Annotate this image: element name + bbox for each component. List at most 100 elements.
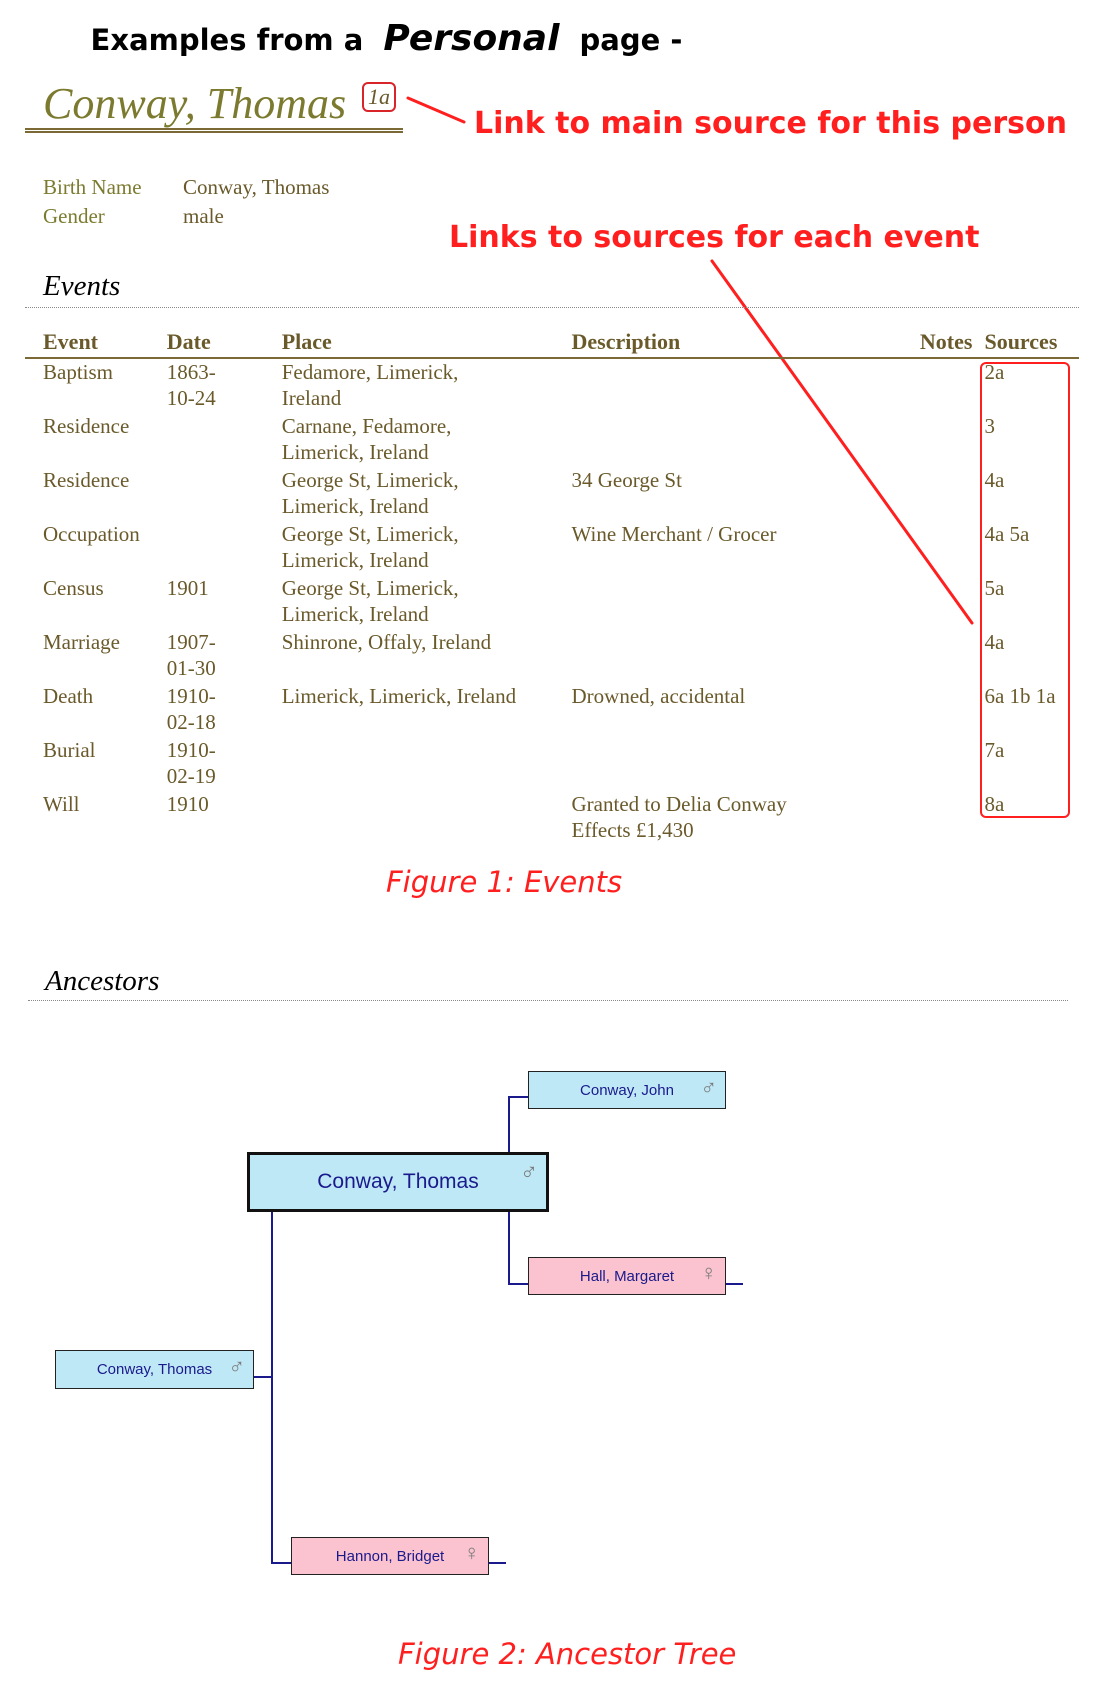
tree-connector: [725, 1283, 743, 1285]
annotation-arrow-main: [406, 96, 466, 124]
events-header-row: Event Date Place Description Notes Sourc…: [25, 325, 1079, 359]
column-header-date: Date: [166, 325, 279, 359]
tree-connector: [508, 1283, 528, 1285]
column-header-place: Place: [278, 325, 572, 359]
event-notes: [896, 467, 984, 521]
event-place: Fedamore, Limerick, Ireland: [281, 360, 459, 410]
events-section-title: Events: [43, 270, 121, 302]
main-source-link[interactable]: 1a: [362, 82, 396, 112]
page-heading: Examples from a Personal page -: [0, 18, 1093, 59]
event-notes: [896, 358, 984, 413]
tree-person-name: Conway, John: [580, 1081, 674, 1099]
event-date: [167, 467, 279, 521]
tree-person-name: Hall, Margaret: [579, 1267, 675, 1285]
event-description: [572, 575, 897, 629]
heading-prefix: Examples from a: [90, 23, 364, 57]
attribute-label: Gender: [43, 204, 105, 228]
event-name: Residence: [43, 414, 130, 438]
event-row: Will 1910 Granted to Delia Conway Effects …: [25, 791, 1079, 845]
event-notes: [896, 737, 984, 791]
event-place: Shinrone, Offaly, Ireland: [281, 630, 492, 654]
event-place: George St, Limerick, Limerick, Ireland: [281, 576, 459, 626]
event-name: Burial: [43, 738, 96, 762]
event-row: Census 1901 George St, Limerick, Limerick,…: [25, 575, 1079, 629]
tree-person-father[interactable]: Conway, John ♂: [528, 1071, 726, 1109]
figure2-caption: Figure 2: Ancestor Tree: [398, 1637, 737, 1671]
tree-person-mother[interactable]: Hall, Margaret ♀: [528, 1257, 726, 1295]
event-row: Burial 1910- 02-19 7a: [25, 737, 1079, 791]
event-description: Granted to Delia Conway Effects £1,430: [571, 792, 787, 842]
event-name: Occupation: [43, 522, 140, 546]
attributes-list: Birth Name Conway, Thomas Gender male: [43, 175, 329, 233]
male-symbol-icon: ♂: [228, 1354, 246, 1379]
tree-connector: [508, 1096, 528, 1098]
event-name: Baptism: [43, 360, 114, 384]
column-header-notes: Notes: [896, 325, 985, 359]
event-date: 1910- 02-18: [166, 684, 216, 734]
tree-connector: [508, 1210, 510, 1284]
event-notes: [896, 521, 984, 575]
event-notes: [896, 683, 984, 737]
event-description: [572, 629, 897, 683]
event-date: 1901: [166, 576, 209, 600]
name-underline: [25, 128, 403, 133]
event-notes: [896, 413, 984, 467]
female-symbol-icon: ♀: [463, 1540, 481, 1565]
tree-person-child-female[interactable]: Hannon, Bridget ♀: [291, 1537, 489, 1575]
tree-person-name: Hannon, Bridget: [335, 1547, 445, 1565]
event-row: Residence Carnane, Fedamore, Limerick, Ir…: [25, 413, 1079, 467]
ancestors-divider: [28, 1000, 1068, 1001]
event-place: George St, Limerick, Limerick, Ireland: [281, 468, 459, 518]
column-header-description: Description: [571, 325, 897, 359]
event-date: 1907- 01-30: [166, 630, 216, 680]
tree-connector: [271, 1210, 273, 1562]
heading-emphasis: Personal: [383, 18, 560, 59]
column-header-sources: Sources: [984, 325, 1079, 359]
event-description: [572, 358, 897, 413]
event-name: Death: [43, 684, 94, 708]
events-table: Event Date Place Description Notes Sourc…: [25, 325, 1079, 845]
person-name-title: Conway, Thomas: [43, 79, 347, 128]
male-symbol-icon: ♂: [700, 1075, 718, 1100]
male-symbol-icon: ♂: [520, 1159, 538, 1186]
event-description: 34 George St: [571, 468, 682, 492]
tree-person-child-male[interactable]: Conway, Thomas ♂: [55, 1350, 254, 1389]
attribute-value: male: [183, 204, 224, 228]
attribute-label: Birth Name: [43, 175, 142, 199]
tree-person-name: Conway, Thomas: [317, 1170, 479, 1193]
event-date: 1910: [166, 792, 209, 816]
tree-connector: [508, 1096, 510, 1153]
event-name: Marriage: [43, 630, 120, 654]
event-description: Wine Merchant / Grocer: [571, 522, 777, 546]
tree-person-name: Conway, Thomas: [96, 1361, 213, 1378]
event-row: Baptism 1863- 10-24 Fedamore, Limerick, Ir…: [25, 358, 1079, 413]
event-description: [572, 737, 897, 791]
tree-person-center[interactable]: Conway, Thomas ♂: [247, 1152, 549, 1212]
event-row: Death 1910- 02-18 Limerick, Limerick, Irel…: [25, 683, 1079, 737]
event-notes: [896, 575, 984, 629]
sources-highlight-box: [980, 362, 1070, 818]
event-place: George St, Limerick, Limerick, Ireland: [281, 522, 459, 572]
event-date: [167, 413, 279, 467]
female-symbol-icon: ♀: [700, 1260, 718, 1285]
event-name: Will: [43, 792, 80, 816]
event-place: Limerick, Limerick, Ireland: [281, 684, 517, 708]
events-divider: [25, 307, 1079, 308]
heading-suffix: page -: [579, 23, 683, 57]
tree-connector: [252, 1376, 272, 1378]
event-row: Residence George St, Limerick, Limerick, …: [25, 467, 1079, 521]
ancestors-section-title: Ancestors: [45, 965, 160, 997]
attribute-row: Gender male: [43, 204, 329, 233]
attribute-row: Birth Name Conway, Thomas: [43, 175, 329, 204]
tree-connector: [488, 1562, 506, 1564]
event-row: Occupation George St, Limerick, Limerick,…: [25, 521, 1079, 575]
event-place: Carnane, Fedamore, Limerick, Ireland: [281, 414, 452, 464]
event-date: 1863- 10-24: [166, 360, 216, 410]
annotation-event-sources: Links to sources for each event: [449, 220, 980, 255]
event-place: [279, 737, 572, 791]
event-description: Drowned, accidental: [571, 684, 746, 708]
event-notes: [896, 791, 984, 845]
annotation-main-source: Link to main source for this person: [474, 106, 1067, 141]
tree-connector: [271, 1562, 291, 1564]
event-date: 1910- 02-19: [166, 738, 216, 788]
